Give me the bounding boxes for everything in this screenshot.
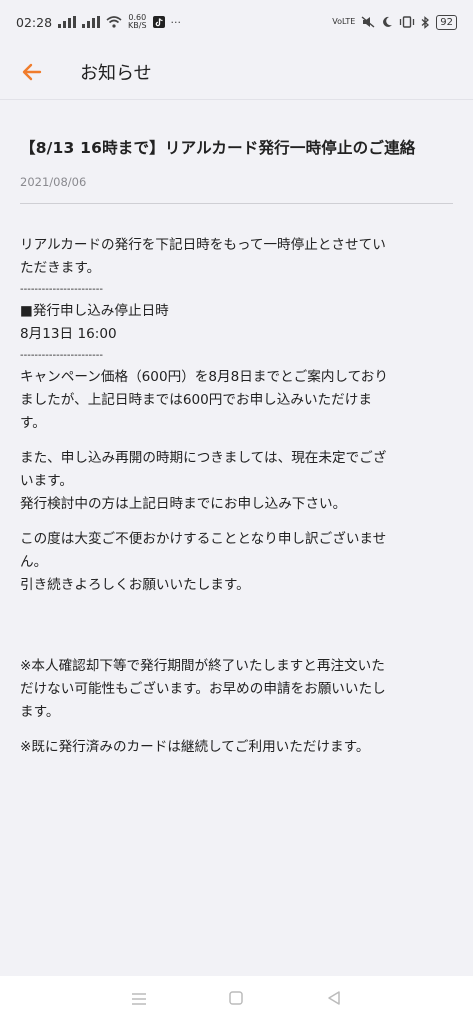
body-paragraph-4: この度は大変ご不便おかけすることとなり申し訳ございませ ん。 引き続きよろしくお… bbox=[20, 528, 453, 597]
battery-indicator: 92 bbox=[436, 14, 457, 30]
net-speed: 0.60 KB/S bbox=[128, 14, 147, 30]
moon-icon bbox=[383, 16, 393, 27]
tiktok-icon bbox=[152, 16, 165, 28]
body-line: また、申し込み再開の時期につきましては、現在未定でござ bbox=[20, 450, 387, 466]
mute-icon bbox=[361, 16, 375, 28]
body-paragraph-3: また、申し込み再開の時期につきましては、現在未定でござ います。 発行検討中の方… bbox=[20, 447, 453, 516]
status-left: 02:28 0.60 KB/S ··· bbox=[16, 14, 181, 30]
app-bar: お知らせ bbox=[0, 44, 473, 100]
notice-title: 【8/13 16時まで】リアルカード発行一時停止のご連絡 bbox=[20, 139, 416, 157]
body-line: ただきます。 bbox=[20, 260, 101, 276]
body-line: この度は大変ご不便おかけすることとなり申し訳ございませ bbox=[20, 531, 387, 547]
notice-detail: 【8/13 16時まで】リアルカード発行一時停止のご連絡 2021/08/06 … bbox=[0, 100, 473, 976]
section-heading: ■発行申し込み停止日時 bbox=[20, 303, 169, 319]
note-line: ます。 bbox=[20, 704, 60, 720]
divider bbox=[20, 203, 453, 204]
notice-body: リアルカードの発行を下記日時をもって一時停止とさせてい ただきます。 -----… bbox=[20, 234, 453, 759]
separator-line: ----------------------- bbox=[20, 284, 103, 295]
body-line: ましたが、上記日時までは600円でお申し込みいただけま bbox=[20, 392, 372, 408]
vibrate-icon bbox=[400, 16, 415, 28]
nav-menu-button[interactable] bbox=[131, 991, 147, 1010]
status-right: VoLTE 92 bbox=[332, 14, 457, 30]
note-line: ※既に発行済みのカードは継続してご利用いただけます。 bbox=[20, 739, 370, 755]
body-line: す。 bbox=[20, 415, 46, 431]
body-line: います。 bbox=[20, 473, 74, 489]
status-bar: 02:28 0.60 KB/S ··· VoLTE 92 bbox=[0, 0, 473, 44]
status-time: 02:28 bbox=[16, 14, 53, 30]
page-title: お知らせ bbox=[80, 62, 152, 84]
volte-label: VoLTE bbox=[332, 17, 356, 26]
body-line: ん。 bbox=[20, 554, 48, 570]
signal-icon bbox=[58, 16, 77, 28]
wifi-icon bbox=[106, 16, 122, 28]
net-speed-unit: KB/S bbox=[128, 21, 147, 30]
body-line: 発行検討中の方は上記日時までにお申し込み下さい。 bbox=[20, 496, 347, 512]
body-paragraph-2: キャンペーン価格（600円）を8月8日までとご案内しており ましたが、上記日時ま… bbox=[20, 366, 453, 435]
note-2: ※既に発行済みのカードは継続してご利用いただけます。 bbox=[20, 736, 453, 759]
triangle-back-icon bbox=[328, 991, 340, 1005]
back-button[interactable] bbox=[6, 44, 58, 100]
separator-line: ----------------------- bbox=[20, 350, 103, 361]
nav-back-button[interactable] bbox=[326, 990, 342, 1010]
body-paragraph-1: リアルカードの発行を下記日時をもって一時停止とさせてい ただきます。 -----… bbox=[20, 234, 453, 366]
note-line: だけない可能性もございます。お早めの申請をお願いいたし bbox=[20, 681, 386, 697]
note-1: ※本人確認却下等で発行期間が終了いたしますと再注文いた だけない可能性もございま… bbox=[20, 655, 453, 724]
more-notifications: ··· bbox=[170, 15, 182, 29]
body-line: キャンペーン価格（600円）を8月8日までとご案内しており bbox=[20, 369, 388, 385]
bluetooth-icon bbox=[421, 15, 430, 29]
menu-icon bbox=[131, 992, 146, 1005]
arrow-left-icon bbox=[22, 63, 42, 80]
body-line: 引き続きよろしくお願いいたします。 bbox=[20, 577, 250, 593]
section-value: 8月13日 16:00 bbox=[20, 326, 117, 342]
system-nav-bar bbox=[0, 976, 473, 1024]
signal-icon-2 bbox=[82, 16, 101, 28]
body-line: リアルカードの発行を下記日時をもって一時停止とさせてい bbox=[20, 237, 386, 253]
note-line: ※本人確認却下等で発行期間が終了いたしますと再注文いた bbox=[20, 658, 385, 674]
nav-home-button[interactable] bbox=[228, 990, 244, 1010]
square-home-icon bbox=[229, 991, 244, 1005]
notice-date: 2021/08/06 bbox=[20, 175, 87, 189]
